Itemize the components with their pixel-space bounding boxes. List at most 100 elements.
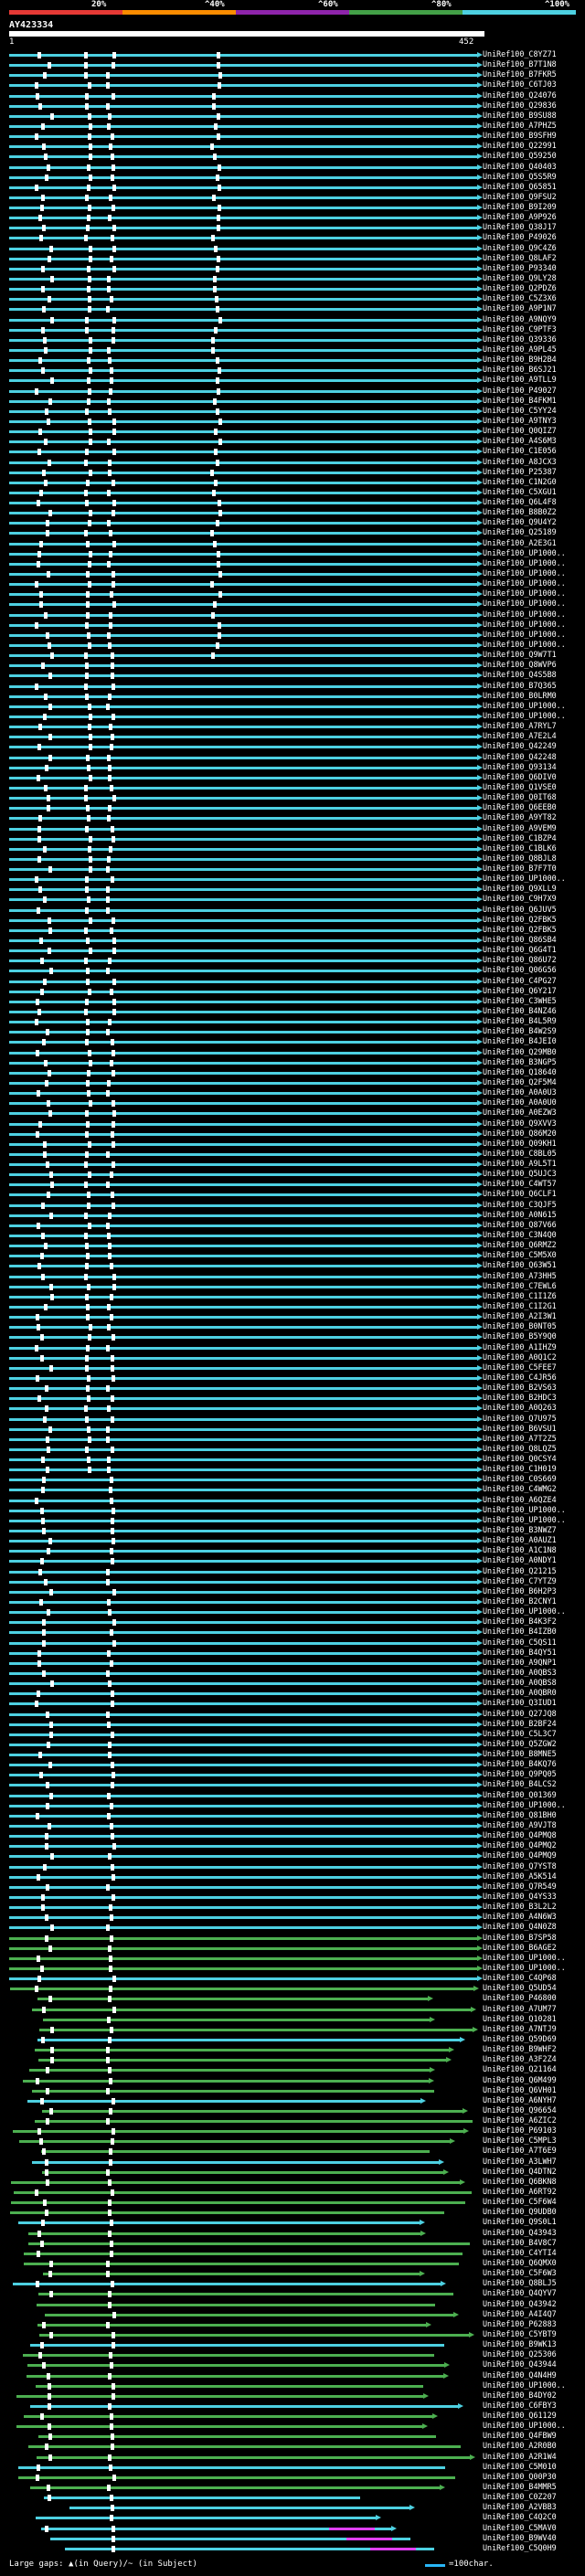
accession-link[interactable]: UniRef100_B4FKM1 — [483, 396, 585, 406]
accession-link[interactable]: UniRef100_C9H7X9 — [483, 894, 585, 904]
accession-link[interactable]: UniRef100_Q21215 — [483, 1566, 585, 1576]
accession-link[interactable]: UniRef100_A4I4Q7 — [483, 2309, 585, 2319]
accession-link[interactable]: UniRef100_B4KQ76 — [483, 1759, 585, 1769]
accession-link[interactable]: UniRef100_UP1000.. — [483, 711, 585, 721]
accession-link[interactable]: UniRef100_UP1000.. — [483, 1953, 585, 1963]
accession-link[interactable]: UniRef100_Q6BKN8 — [483, 2177, 585, 2187]
accession-link[interactable]: UniRef100_B4JEI0 — [483, 1036, 585, 1046]
accession-link[interactable]: UniRef100_P49026 — [483, 232, 585, 242]
accession-link[interactable]: UniRef100_A3F2Z4 — [483, 2054, 585, 2064]
accession-link[interactable]: UniRef100_C5Z3X6 — [483, 293, 585, 303]
accession-link[interactable]: UniRef100_B4DY02 — [483, 2390, 585, 2401]
accession-link[interactable]: UniRef100_Q25189 — [483, 527, 585, 537]
accession-link[interactable]: UniRef100_A9P926 — [483, 212, 585, 222]
accession-link[interactable]: UniRef100_P69103 — [483, 2125, 585, 2136]
accession-link[interactable]: UniRef100_B3L2L2 — [483, 1902, 585, 1912]
accession-link[interactable]: UniRef100_C7YTZ9 — [483, 1576, 585, 1586]
accession-link[interactable]: UniRef100_B9SFH9 — [483, 131, 585, 141]
accession-link[interactable]: UniRef100_Q6DIV0 — [483, 772, 585, 782]
accession-link[interactable]: UniRef100_Q9UDB0 — [483, 2207, 585, 2217]
accession-link[interactable]: UniRef100_B7SP58 — [483, 1933, 585, 1943]
alignment-row[interactable]: UniRef100_C5Q0H9 — [0, 2543, 585, 2554]
accession-link[interactable]: UniRef100_C9PTF3 — [483, 324, 585, 334]
accession-link[interactable]: UniRef100_B6SJ21 — [483, 365, 585, 375]
accession-link[interactable]: UniRef100_UP1000.. — [483, 2421, 585, 2431]
accession-link[interactable]: UniRef100_Q6JUV5 — [483, 905, 585, 915]
accession-link[interactable]: UniRef100_C4PG27 — [483, 976, 585, 986]
accession-link[interactable]: UniRef100_UP1000.. — [483, 1606, 585, 1617]
accession-link[interactable]: UniRef100_A6QZE4 — [483, 1495, 585, 1505]
accession-link[interactable]: UniRef100_C4WMG2 — [483, 1484, 585, 1494]
accession-link[interactable]: UniRef100_Q2PDZ6 — [483, 283, 585, 293]
accession-link[interactable]: UniRef100_C3N4Q0 — [483, 1230, 585, 1240]
accession-link[interactable]: UniRef100_Q43943 — [483, 2228, 585, 2238]
accession-link[interactable]: UniRef100_B9SU88 — [483, 111, 585, 121]
accession-link[interactable]: UniRef100_C4QP68 — [483, 1973, 585, 1983]
accession-link[interactable]: UniRef100_C0Z207 — [483, 2492, 585, 2502]
accession-link[interactable]: UniRef100_A7T6E9 — [483, 2146, 585, 2156]
accession-link[interactable]: UniRef100_Q86M20 — [483, 1129, 585, 1139]
accession-link[interactable]: UniRef100_Q22991 — [483, 141, 585, 151]
accession-link[interactable]: UniRef100_Q4PMQ2 — [483, 1840, 585, 1850]
accession-link[interactable]: UniRef100_B4LCS2 — [483, 1779, 585, 1789]
accession-link[interactable]: UniRef100_Q4N4H9 — [483, 2370, 585, 2380]
accession-link[interactable]: UniRef100_B5Y9Q0 — [483, 1331, 585, 1341]
accession-link[interactable]: UniRef100_UP1000.. — [483, 1515, 585, 1525]
accession-link[interactable]: UniRef100_UP1000.. — [483, 1505, 585, 1515]
accession-link[interactable]: UniRef100_Q65851 — [483, 182, 585, 192]
accession-link[interactable]: UniRef100_P62883 — [483, 2319, 585, 2329]
accession-link[interactable]: UniRef100_C8YZ71 — [483, 49, 585, 59]
accession-link[interactable]: UniRef100_A0QBS8 — [483, 1678, 585, 1688]
accession-link[interactable]: UniRef100_A9P1N7 — [483, 303, 585, 313]
accession-link[interactable]: UniRef100_Q43942 — [483, 2299, 585, 2309]
accession-link[interactable]: UniRef100_Q5ZGW2 — [483, 1739, 585, 1749]
accession-link[interactable]: UniRef100_A2R1W4 — [483, 2452, 585, 2462]
accession-link[interactable]: UniRef100_A0EZW3 — [483, 1108, 585, 1118]
accession-link[interactable]: UniRef100_A9QNP1 — [483, 1658, 585, 1668]
accession-link[interactable]: UniRef100_Q40403 — [483, 162, 585, 172]
accession-link[interactable]: UniRef100_B9I209 — [483, 202, 585, 212]
accession-link[interactable]: UniRef100_B4V8C7 — [483, 2238, 585, 2248]
accession-link[interactable]: UniRef100_B6AGE2 — [483, 1943, 585, 1953]
accession-link[interactable]: UniRef100_B4IZB0 — [483, 1627, 585, 1637]
accession-link[interactable]: UniRef100_B0LRM0 — [483, 691, 585, 701]
accession-link[interactable]: UniRef100_UP1000.. — [483, 1963, 585, 1973]
accession-link[interactable]: UniRef100_Q09KH1 — [483, 1139, 585, 1149]
accession-link[interactable]: UniRef100_Q2F5M4 — [483, 1077, 585, 1087]
accession-link[interactable]: UniRef100_B4QY51 — [483, 1648, 585, 1658]
accession-link[interactable]: UniRef100_A7UM77 — [483, 2004, 585, 2014]
accession-link[interactable]: UniRef100_Q2FBK5 — [483, 915, 585, 925]
accession-link[interactable]: UniRef100_Q8WVP6 — [483, 660, 585, 670]
accession-link[interactable]: UniRef100_C4Q2C0 — [483, 2512, 585, 2522]
accession-link[interactable]: UniRef100_Q59250 — [483, 151, 585, 161]
accession-link[interactable]: UniRef100_C5YBT9 — [483, 2329, 585, 2339]
accession-link[interactable]: UniRef100_C6TJ03 — [483, 80, 585, 90]
accession-link[interactable]: UniRef100_A1C1N8 — [483, 1545, 585, 1555]
accession-link[interactable]: UniRef100_Q4N0Z8 — [483, 1922, 585, 1932]
accession-link[interactable]: UniRef100_B7T1N8 — [483, 59, 585, 69]
accession-link[interactable]: UniRef100_Q25306 — [483, 2349, 585, 2359]
accession-link[interactable]: UniRef100_Q10281 — [483, 2014, 585, 2024]
accession-link[interactable]: UniRef100_C5F6W3 — [483, 2268, 585, 2278]
accession-link[interactable]: UniRef100_C1BLK6 — [483, 843, 585, 853]
accession-link[interactable]: UniRef100_Q87V66 — [483, 1220, 585, 1230]
accession-link[interactable]: UniRef100_A5K514 — [483, 1871, 585, 1882]
accession-link[interactable]: UniRef100_B7F7T0 — [483, 864, 585, 874]
accession-link[interactable]: UniRef100_Q3IUD1 — [483, 1698, 585, 1708]
accession-link[interactable]: UniRef100_Q6M499 — [483, 2075, 585, 2085]
accession-link[interactable]: UniRef100_C3QJF5 — [483, 1200, 585, 1210]
accession-link[interactable]: UniRef100_Q38J17 — [483, 222, 585, 232]
accession-link[interactable]: UniRef100_B2CNY1 — [483, 1596, 585, 1606]
accession-link[interactable]: UniRef100_Q1VSE0 — [483, 782, 585, 792]
accession-link[interactable]: UniRef100_B9H2B4 — [483, 355, 585, 365]
accession-link[interactable]: UniRef100_A7NTJ9 — [483, 2024, 585, 2034]
accession-link[interactable]: UniRef100_Q4PMQ9 — [483, 1850, 585, 1860]
accession-link[interactable]: UniRef100_C8BL05 — [483, 1149, 585, 1159]
accession-link[interactable]: UniRef100_A4N6W3 — [483, 1912, 585, 1922]
accession-link[interactable]: UniRef100_B4K3F2 — [483, 1617, 585, 1627]
accession-link[interactable]: UniRef100_Q7U975 — [483, 1414, 585, 1424]
accession-link[interactable]: UniRef100_Q8BJL8 — [483, 853, 585, 864]
accession-link[interactable]: UniRef100_C1E056 — [483, 446, 585, 456]
accession-link[interactable]: UniRef100_C5MPL3 — [483, 2136, 585, 2146]
accession-link[interactable]: UniRef100_Q9W7T1 — [483, 650, 585, 660]
